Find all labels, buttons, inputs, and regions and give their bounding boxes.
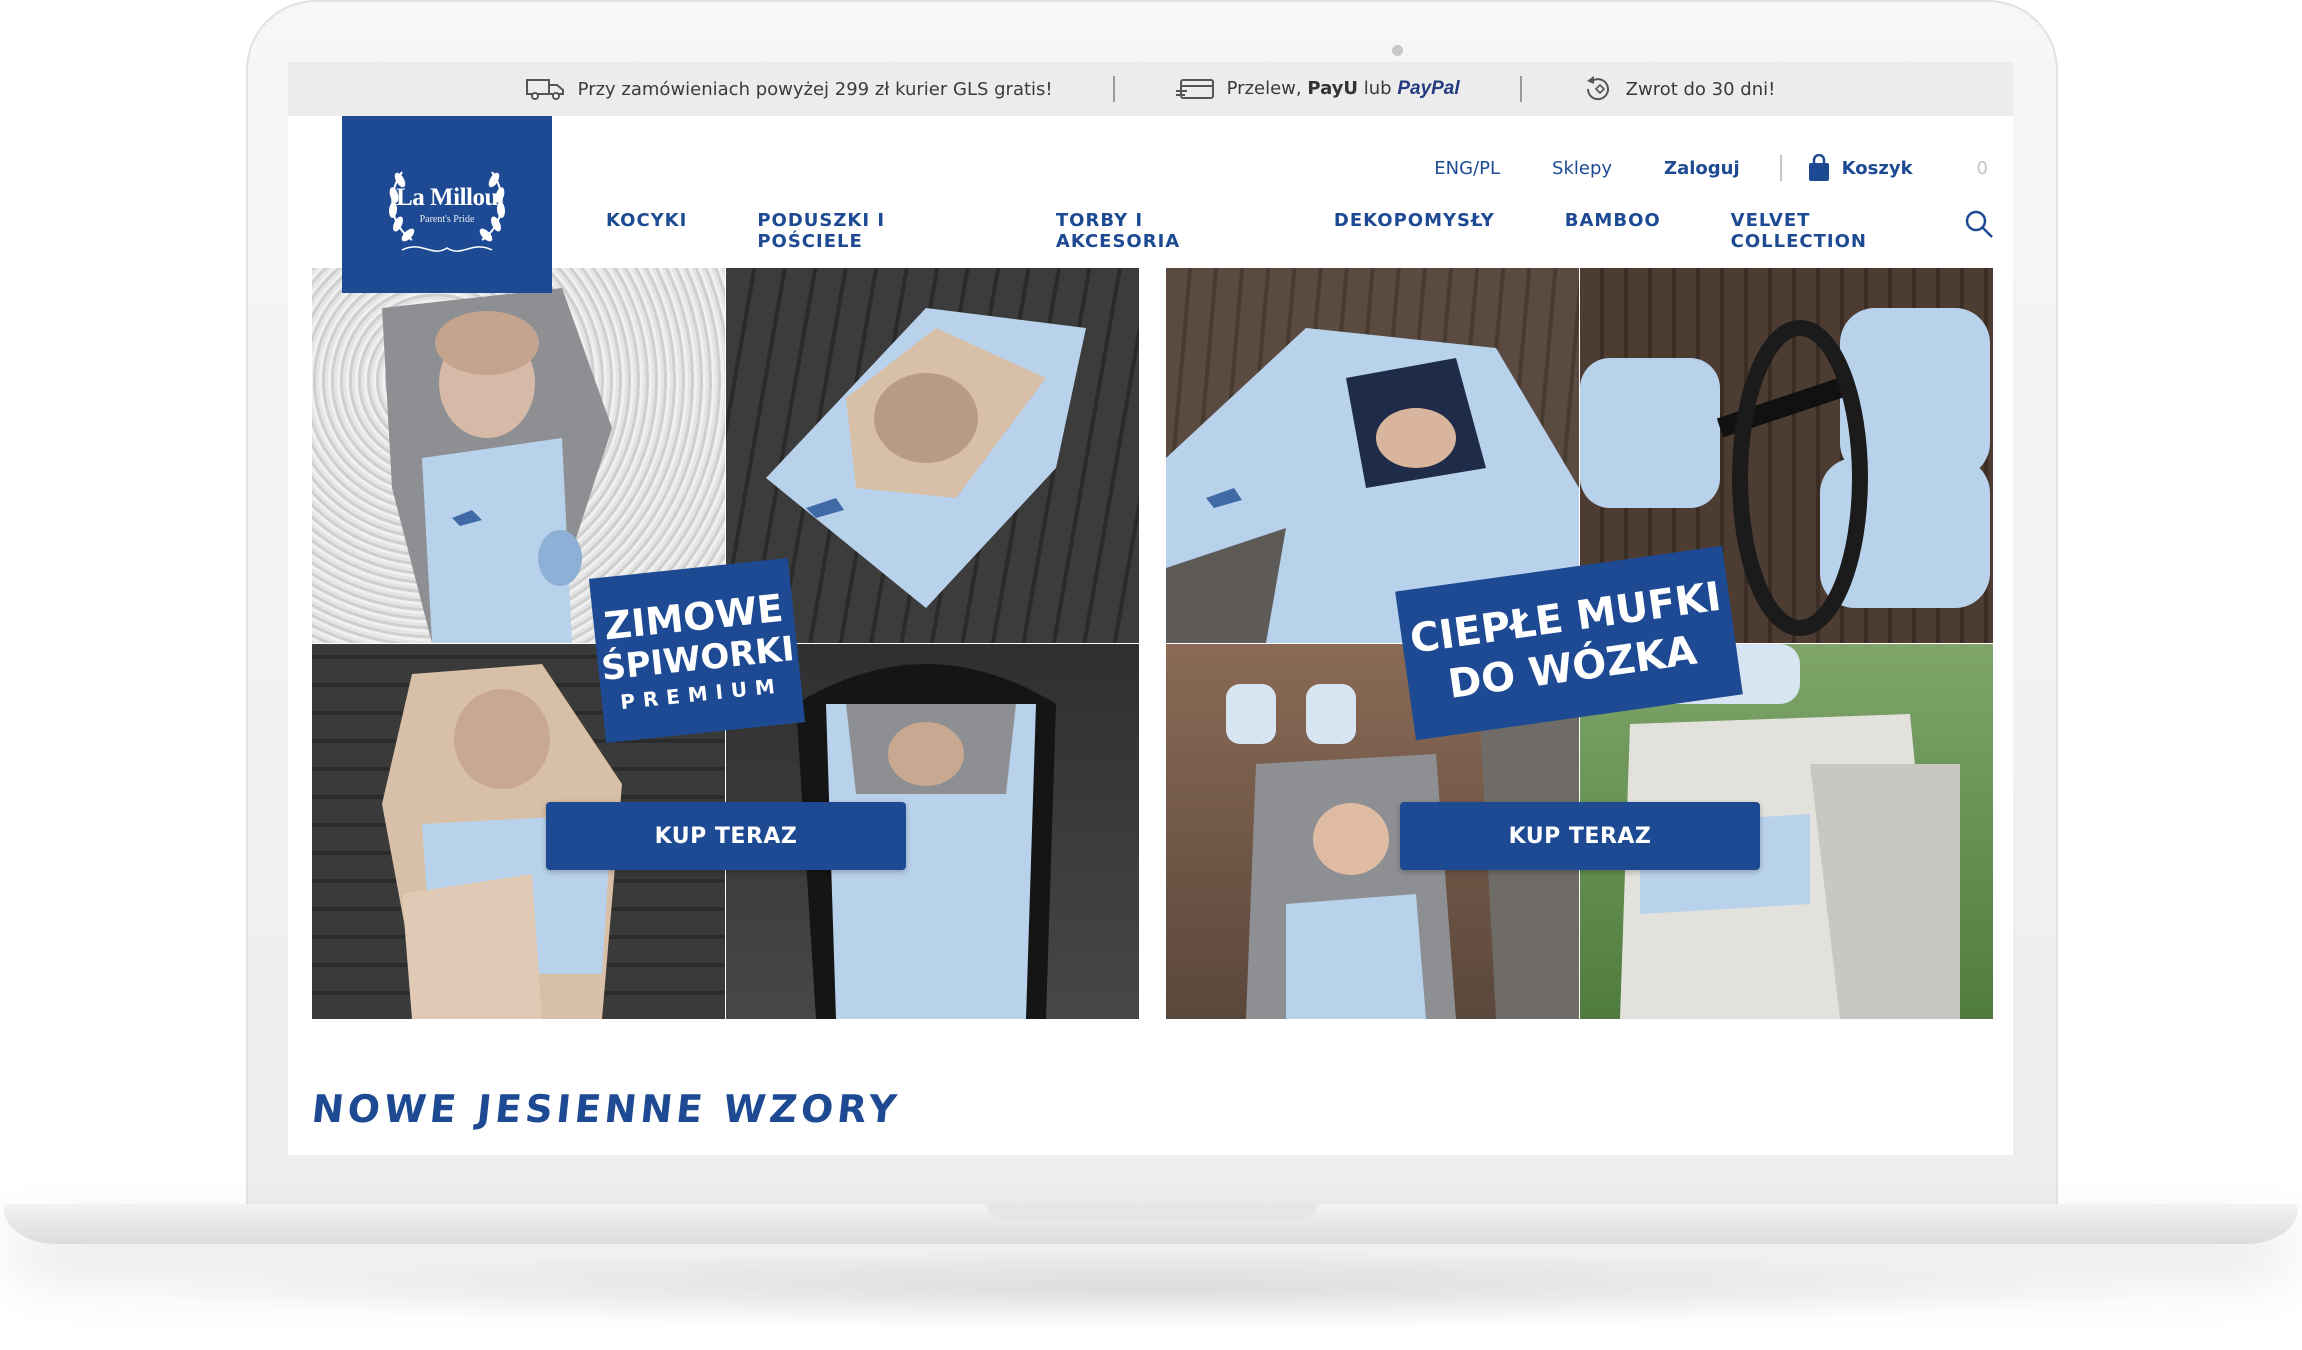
banner-title: ZIMOWE ŚPIWORKI PREMIUM [588, 557, 806, 744]
returns-text: Zwrot do 30 dni! [1625, 78, 1776, 100]
brand-logo[interactable]: La Millou Parent's Pride [342, 116, 552, 293]
logo-tagline: Parent's Pride [419, 214, 475, 225]
shipping-text: Przy zamówieniach powyżej 299 zł kurier … [577, 78, 1053, 100]
payment-mid: lub [1363, 78, 1392, 99]
cart-label: Koszyk [1841, 157, 1913, 179]
laptop-notch [987, 1204, 1317, 1220]
language-switch[interactable]: ENG/PL [1434, 158, 1500, 179]
paypal-logo: PayPal [1397, 78, 1460, 99]
promo-banner-stroller-muffs[interactable]: CIEPŁE MUFKI DO WÓZKA KUP TERAZ [1166, 268, 1993, 1019]
divider [1779, 155, 1782, 181]
laptop-base [4, 1204, 2298, 1244]
return-arrow-icon [1586, 76, 1609, 101]
login-link[interactable]: Zaloguj [1664, 158, 1740, 179]
info-bar: Przy zamówieniach powyżej 299 zł kurier … [288, 62, 2013, 116]
shops-link[interactable]: Sklepy [1552, 158, 1612, 179]
cart-count: 0 [1976, 157, 1988, 179]
buy-now-button[interactable]: KUP TERAZ [1400, 802, 1760, 870]
payment-prefix: Przelew, [1226, 78, 1302, 99]
payu-logo: PayU [1307, 78, 1359, 99]
nav-item-bamboo[interactable]: BAMBOO [1565, 210, 1661, 252]
nav-item-kocyki[interactable]: KOCYKI [606, 210, 687, 252]
cart-button[interactable]: Koszyk 0 [1808, 154, 1988, 182]
shipping-info: Przy zamówieniach powyżej 299 zł kurier … [466, 77, 1113, 101]
returns-info: Zwrot do 30 dni! [1522, 75, 1836, 103]
nav-item-velvet[interactable]: VELVET COLLECTION [1731, 210, 1943, 252]
nav-item-poduszki[interactable]: PODUSZKI I POŚCIELE [757, 210, 986, 252]
nav-item-dekopomysly[interactable]: DEKOPOMYSŁY [1334, 210, 1495, 252]
laptop-shadow [120, 1250, 2180, 1330]
section-title: NOWE JESIENNE WZORY [309, 1087, 903, 1131]
payment-card-icon [1175, 79, 1214, 99]
buy-now-button[interactable]: KUP TERAZ [546, 802, 906, 870]
nav-item-torby[interactable]: TORBY I AKCESORIA [1056, 210, 1264, 252]
promo-banner-sleeping-bags[interactable]: ZIMOWE ŚPIWORKI PREMIUM KUP TERAZ [312, 268, 1139, 1019]
logo-name: La Millou [396, 184, 498, 211]
truck-icon [525, 79, 564, 100]
search-icon[interactable] [1964, 209, 1994, 239]
main-nav: KOCYKI PODUSZKI I POŚCIELE TORBY I AKCES… [606, 210, 2013, 252]
website-screen: Przy zamówieniach powyżej 299 zł kurier … [288, 62, 2013, 1155]
shopping-bag-icon [1808, 154, 1829, 181]
utility-nav: ENG/PL Sklepy Zaloguj Koszyk 0 [1382, 154, 1988, 182]
camera [1392, 45, 1403, 56]
payment-info: Przelew, PayU lub PayPal [1115, 77, 1520, 101]
laurel-emblem: La Millou Parent's Pride [372, 150, 522, 260]
